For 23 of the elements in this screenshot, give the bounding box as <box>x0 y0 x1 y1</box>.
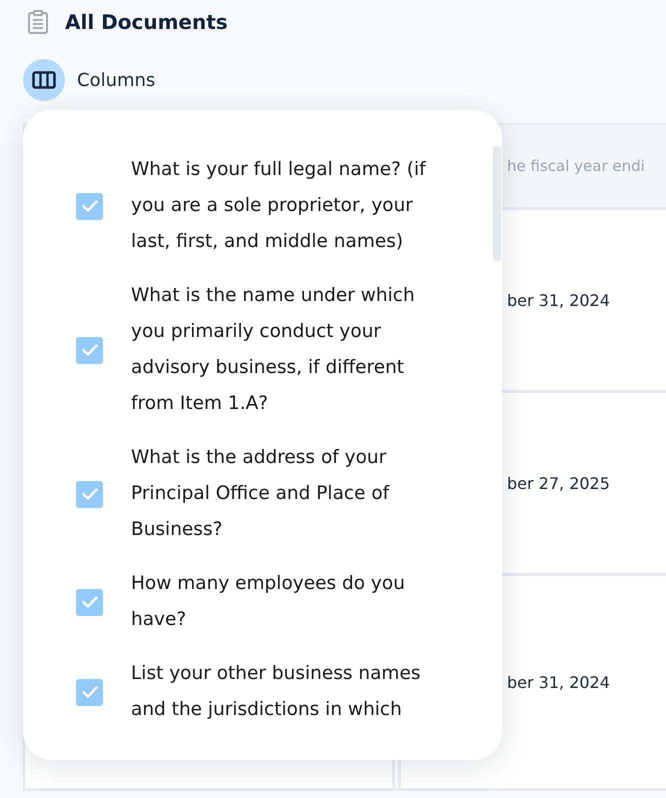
checkbox[interactable] <box>76 480 103 508</box>
page-title: All Documents <box>65 10 228 34</box>
table-cell: ber 31, 2024 <box>507 290 610 310</box>
columns-button[interactable]: Columns <box>23 59 156 101</box>
option-label: What is your full legal name? (if you are a sole proprietor, your last, first, and middle names) <box>131 158 427 254</box>
checkbox[interactable] <box>76 678 103 706</box>
checkbox[interactable] <box>76 588 103 616</box>
table-cell: ber 27, 2025 <box>507 474 610 492</box>
scrollbar-thumb[interactable] <box>493 146 501 261</box>
check-icon <box>82 596 98 608</box>
checkbox[interactable] <box>76 192 103 220</box>
option-label: What is the address of your Principal Office and Place of Business? <box>131 446 390 542</box>
column-header: he fiscal year endi <box>507 157 645 175</box>
option-label: How many employees do you have? <box>131 572 406 632</box>
check-icon <box>82 686 98 698</box>
check-icon <box>82 344 98 356</box>
table-cell: ber 31, 2024 <box>507 672 610 692</box>
option-label: What is the name under which you primarily conduct your advisory business, if different from Item 1.A? <box>131 284 416 416</box>
option-label: List your other business names and the jurisdictions in which <box>131 662 422 722</box>
checkbox[interactable] <box>76 336 103 364</box>
check-icon <box>82 488 98 500</box>
clipboard-icon <box>28 10 48 34</box>
check-icon <box>82 200 98 212</box>
